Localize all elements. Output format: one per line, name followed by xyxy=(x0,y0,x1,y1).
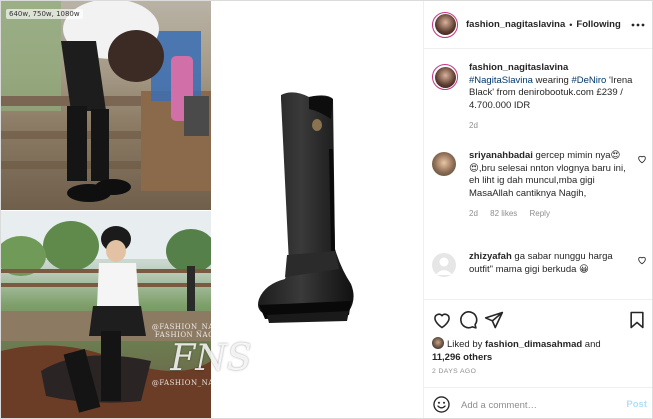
reply-button[interactable]: Reply xyxy=(530,209,550,218)
comments-list[interactable]: fashion_nagitaslavina #NagitaSlavina wea… xyxy=(424,50,652,298)
photo-putting-on-boots: 640w, 750w, 1080w xyxy=(1,1,211,210)
author-avatar[interactable] xyxy=(432,11,458,38)
riding-boot-illustration xyxy=(258,92,354,323)
hashtag-deniro[interactable]: #DeNiro xyxy=(571,75,606,86)
liked-by-avatar[interactable] xyxy=(432,337,444,349)
hashtag-nagitaslavina[interactable]: #NagitaSlavina xyxy=(469,75,533,86)
liked-by-summary: Liked by fashion_dimasahmad and 11,296 o… xyxy=(432,337,647,364)
post-caption: fashion_nagitaslavina #NagitaSlavina wea… xyxy=(432,62,647,133)
photo-boots-scene xyxy=(1,1,211,202)
bookmark-icon[interactable] xyxy=(627,310,647,330)
add-comment-row: Post xyxy=(424,387,652,418)
caption-username[interactable]: fashion_nagitaslavina xyxy=(469,62,568,73)
liked-by-prefix: Liked by xyxy=(447,339,486,350)
post-actions: Liked by fashion_dimasahmad and 11,296 o… xyxy=(424,299,652,418)
comment-like-heart-icon[interactable] xyxy=(637,255,647,265)
watermark-logo: FNS xyxy=(170,338,252,379)
action-icon-row xyxy=(432,310,647,332)
caption-text: #NagitaSlavina wearing #DeNiro 'Irena Bl… xyxy=(469,75,647,113)
add-comment-input[interactable] xyxy=(461,396,611,414)
following-button[interactable]: Following xyxy=(576,19,620,30)
header-separator: • xyxy=(569,19,573,30)
share-icon[interactable] xyxy=(484,310,504,330)
comment-like-heart-icon[interactable] xyxy=(637,154,647,164)
emoji-smiley-icon[interactable] xyxy=(432,395,451,414)
post-comment-button[interactable]: Post xyxy=(626,399,647,410)
commenter-avatar-default[interactable] xyxy=(432,253,456,277)
post-media[interactable]: 640w, 750w, 1080w @FASHION_NAGITASLAVINA… xyxy=(1,1,423,418)
comment-time[interactable]: 2d xyxy=(469,209,478,218)
comment-item: zhizyafah ga sabar nunggu harga outfit" … xyxy=(432,251,647,277)
fns-watermark: @FASHION_NAGITASLAVINA FASHION NAGITA SL… xyxy=(151,323,271,387)
heart-icon[interactable] xyxy=(432,310,452,330)
likes-count[interactable]: 11,296 others xyxy=(432,352,492,363)
caption-text-part1: wearing xyxy=(532,74,572,86)
post-side-panel: fashion_nagitaslavina • Following fashio… xyxy=(423,1,652,418)
riding-boot-image xyxy=(223,79,373,329)
comment-item: sriyanahbadai gercep mimin nya😍😍,bru sel… xyxy=(432,150,647,221)
comment-likes[interactable]: 82 likes xyxy=(490,209,517,218)
caption-author-avatar[interactable] xyxy=(432,64,458,90)
liked-by-username[interactable]: fashion_dimasahmad xyxy=(485,339,582,350)
comment-username[interactable]: zhizyafah xyxy=(469,251,512,262)
comment-username[interactable]: sriyanahbadai xyxy=(469,150,533,161)
watermark-handle-bottom: @FASHION_NAGITASLAVINA xyxy=(151,379,271,387)
caption-time[interactable]: 2d xyxy=(469,121,478,130)
liked-by-and: and xyxy=(582,339,601,350)
commenter-avatar[interactable] xyxy=(432,152,456,176)
post-header: fashion_nagitaslavina • Following xyxy=(424,1,652,49)
instagram-post-view: 640w, 750w, 1080w @FASHION_NAGITASLAVINA… xyxy=(0,0,653,419)
more-dots-icon[interactable] xyxy=(631,15,645,30)
photo-horse-scene xyxy=(1,211,211,418)
post-date[interactable]: 2 DAYS AGO xyxy=(432,368,476,375)
photo-riding-horse xyxy=(1,211,211,418)
resolution-badge: 640w, 750w, 1080w xyxy=(6,9,83,19)
author-username[interactable]: fashion_nagitaslavina xyxy=(466,19,565,30)
comment-icon[interactable] xyxy=(458,310,478,330)
